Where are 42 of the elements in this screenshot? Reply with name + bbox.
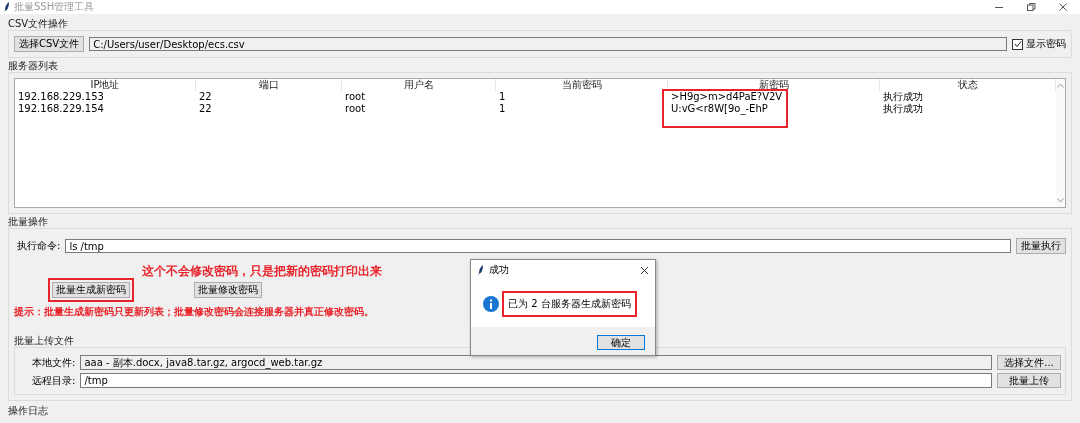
table-cell-text: 192.168.229.154: [17, 103, 105, 115]
group-title: CSV文件操作: [8, 18, 69, 30]
annotation-text: 这个不会修改密码，只是把新的密码打印出来: [142, 264, 382, 278]
choose-file-button[interactable]: 选择CSV文件: [14, 36, 85, 52]
table-cell-text: 执行成功: [882, 91, 924, 103]
column-header[interactable]: 当前密码: [496, 79, 668, 91]
table-cell-text: 1: [498, 91, 507, 103]
show-password-checkbox[interactable]: 显示密码: [1012, 37, 1066, 51]
column-header[interactable]: IP地址: [15, 79, 196, 91]
group-title: 批量操作: [8, 216, 48, 228]
dialog-title: 成功: [489, 263, 509, 277]
ok-button[interactable]: 确定: [597, 335, 645, 350]
table-cell-text: >H9g>m>d4PaE?V2V: [670, 91, 784, 103]
column-header[interactable]: 用户名: [342, 79, 496, 91]
group-title: 操作日志: [8, 405, 48, 417]
column-header[interactable]: 新密码: [668, 79, 880, 91]
table-cell-text: U:vG<r8W[9o_-EhP: [670, 103, 769, 115]
group-title: 服务器列表: [8, 60, 58, 72]
window-title: 批量SSH管理工具: [14, 0, 95, 14]
table-cell-text: 22: [198, 91, 213, 103]
browse-button[interactable]: 选择文件...: [997, 355, 1061, 370]
input-field[interactable]: /tmp: [80, 373, 992, 388]
field-label: 执行命令:: [16, 239, 61, 253]
table-cell-text: root: [344, 103, 367, 115]
field-label: 远程目录:: [31, 373, 76, 388]
table-cell-text: 1: [498, 103, 507, 115]
dialog-message: 已为 2 台服务器生成新密码: [508, 298, 631, 310]
modify-password-button[interactable]: 批量修改密码: [194, 282, 262, 298]
execute-button[interactable]: 批量执行: [1016, 238, 1066, 254]
table-cell-text: 执行成功: [882, 103, 924, 115]
input-field[interactable]: ls /tmp: [65, 239, 1011, 253]
field-label: 本地文件:: [31, 355, 76, 370]
group-title: 批量上传文件: [14, 335, 74, 347]
table-cell-text: 192.168.229.153: [17, 91, 105, 103]
input-field[interactable]: C:/Users/user/Desktop/ecs.csv: [89, 37, 1007, 51]
input-field[interactable]: aaa - 副本.docx, java8.tar.gz, argocd_web.tar.gz: [80, 355, 992, 370]
generate-password-button[interactable]: 批量生成新密码: [52, 282, 130, 298]
table-cell-text: root: [344, 91, 367, 103]
column-header[interactable]: 端口: [196, 79, 342, 91]
table-cell-text: 22: [198, 103, 213, 115]
hint-text: 提示：批量生成新密码只更新列表；批量修改密码会连接服务器并真正修改密码。: [14, 305, 374, 319]
upload-button[interactable]: 批量上传: [997, 373, 1061, 388]
